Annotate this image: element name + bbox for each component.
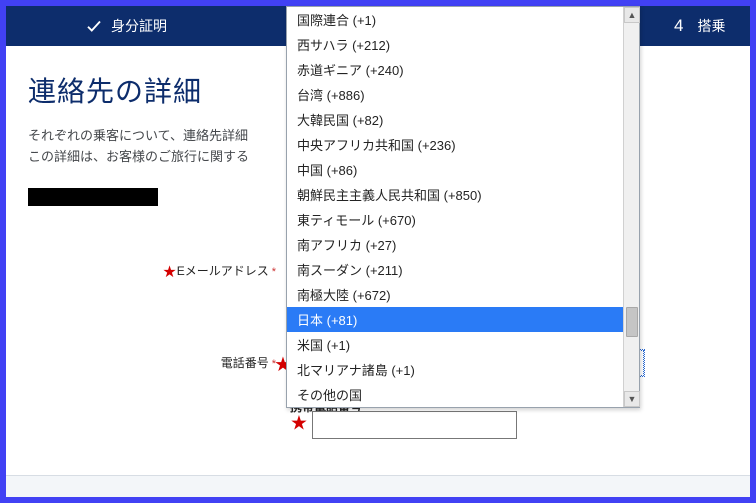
dropdown-scrollbar[interactable]: ▲ ▼ [623,7,639,407]
country-code-dropdown[interactable]: 国際連合 (+1)西サハラ (+212)赤道ギニア (+240)台湾 (+886… [286,6,640,408]
scroll-down-button[interactable]: ▼ [624,391,640,407]
asterisk-icon: * [272,266,276,278]
email-label-text: Eメールアドレス [177,264,269,278]
country-option[interactable]: 赤道ギニア (+240) [287,57,639,82]
country-option[interactable]: その他の国 [287,382,639,407]
redacted-name-bar [28,188,158,206]
required-star-icon: ★ [162,264,176,281]
scroll-up-button[interactable]: ▲ [624,7,640,23]
step-boarding-label: 搭乗 [697,16,725,36]
step-identity-label: 身分証明 [111,16,167,36]
country-option[interactable]: 南スーダン (+211) [287,257,639,282]
step-identity[interactable]: 身分証明 [6,6,246,46]
mobile-phone-input[interactable] [312,411,517,439]
country-option[interactable]: 台湾 (+886) [287,82,639,107]
country-option[interactable]: 南アフリカ (+27) [287,232,639,257]
required-star-icon: ★ [290,412,308,434]
country-option[interactable]: 朝鮮民主主義人民共和国 (+850) [287,182,639,207]
country-option[interactable]: 東ティモール (+670) [287,207,639,232]
country-option[interactable]: 中央アフリカ共和国 (+236) [287,132,639,157]
country-option[interactable]: 北マリアナ諸島 (+1) [287,357,639,382]
email-label: ★Eメールアドレス* [28,262,276,282]
desc-line-2: この詳細は、お客様のご旅行に関する [28,149,249,164]
country-option[interactable]: 中国 (+86) [287,157,639,182]
phone-label: 電話番号* [28,354,276,371]
step-number: 4 [674,16,683,36]
country-option[interactable]: 日本 (+81) [287,307,639,332]
phone-label-text: 電話番号 [221,356,269,370]
country-option[interactable]: 国際連合 (+1) [287,7,639,32]
scroll-thumb[interactable] [626,307,638,337]
country-option[interactable]: 南極大陸 (+672) [287,282,639,307]
step-boarding[interactable]: 4 搭乗 [640,6,750,46]
country-option[interactable]: 西サハラ (+212) [287,32,639,57]
country-option[interactable]: 大韓民国 (+82) [287,107,639,132]
desc-line-1: それぞれの乗客について、連絡先詳細 [28,128,248,143]
country-option[interactable]: 米国 (+1) [287,332,639,357]
check-icon [85,17,103,35]
